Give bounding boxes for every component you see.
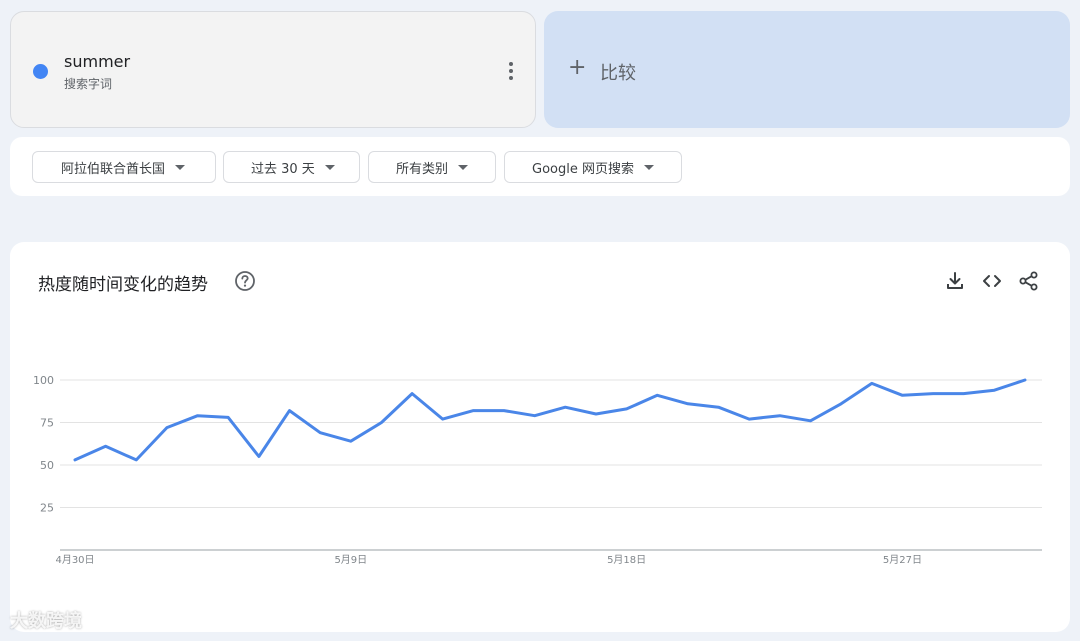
x-tick-label: 5月27日 — [883, 554, 922, 566]
data-point[interactable] — [868, 379, 876, 387]
data-point[interactable] — [561, 403, 569, 411]
data-point[interactable] — [592, 410, 600, 418]
data-point[interactable] — [776, 412, 784, 420]
data-point[interactable] — [163, 424, 171, 432]
trend-line-chart: 100 75 50 25 4月30日 5月9日 5月18日 5月27日 — [33, 374, 1042, 566]
data-point[interactable] — [377, 419, 385, 427]
data-point[interactable] — [806, 417, 814, 425]
data-point[interactable] — [71, 456, 79, 464]
data-point[interactable] — [316, 429, 324, 437]
x-tick-label: 5月9日 — [334, 554, 367, 566]
series-line-summer — [73, 378, 1027, 462]
data-point[interactable] — [715, 403, 723, 411]
data-point[interactable] — [255, 453, 263, 461]
data-point[interactable] — [469, 407, 477, 415]
data-point[interactable] — [408, 390, 416, 398]
data-point[interactable] — [653, 391, 661, 399]
x-tick-label: 5月18日 — [607, 554, 646, 566]
data-point[interactable] — [960, 390, 968, 398]
data-point[interactable] — [102, 442, 110, 450]
x-tick-label: 4月30日 — [55, 554, 94, 566]
data-point[interactable] — [224, 413, 232, 421]
y-tick-label: 25 — [40, 502, 54, 515]
y-tick-label: 50 — [40, 459, 54, 472]
data-point[interactable] — [684, 400, 692, 408]
data-point[interactable] — [500, 407, 508, 415]
y-tick-label: 75 — [40, 417, 54, 430]
data-point[interactable] — [1021, 376, 1029, 384]
data-point[interactable] — [898, 391, 906, 399]
data-point[interactable] — [837, 400, 845, 408]
y-tick-label: 100 — [33, 374, 54, 387]
data-point[interactable] — [286, 407, 294, 415]
data-point[interactable] — [745, 415, 753, 423]
data-point[interactable] — [347, 437, 355, 445]
data-point[interactable] — [194, 412, 202, 420]
data-point[interactable] — [929, 390, 937, 398]
data-point[interactable] — [623, 405, 631, 413]
data-point[interactable] — [531, 412, 539, 420]
watermark-text: 大数跨境 — [10, 611, 82, 632]
data-point[interactable] — [990, 386, 998, 394]
data-point[interactable] — [132, 456, 140, 464]
data-point[interactable] — [439, 415, 447, 423]
